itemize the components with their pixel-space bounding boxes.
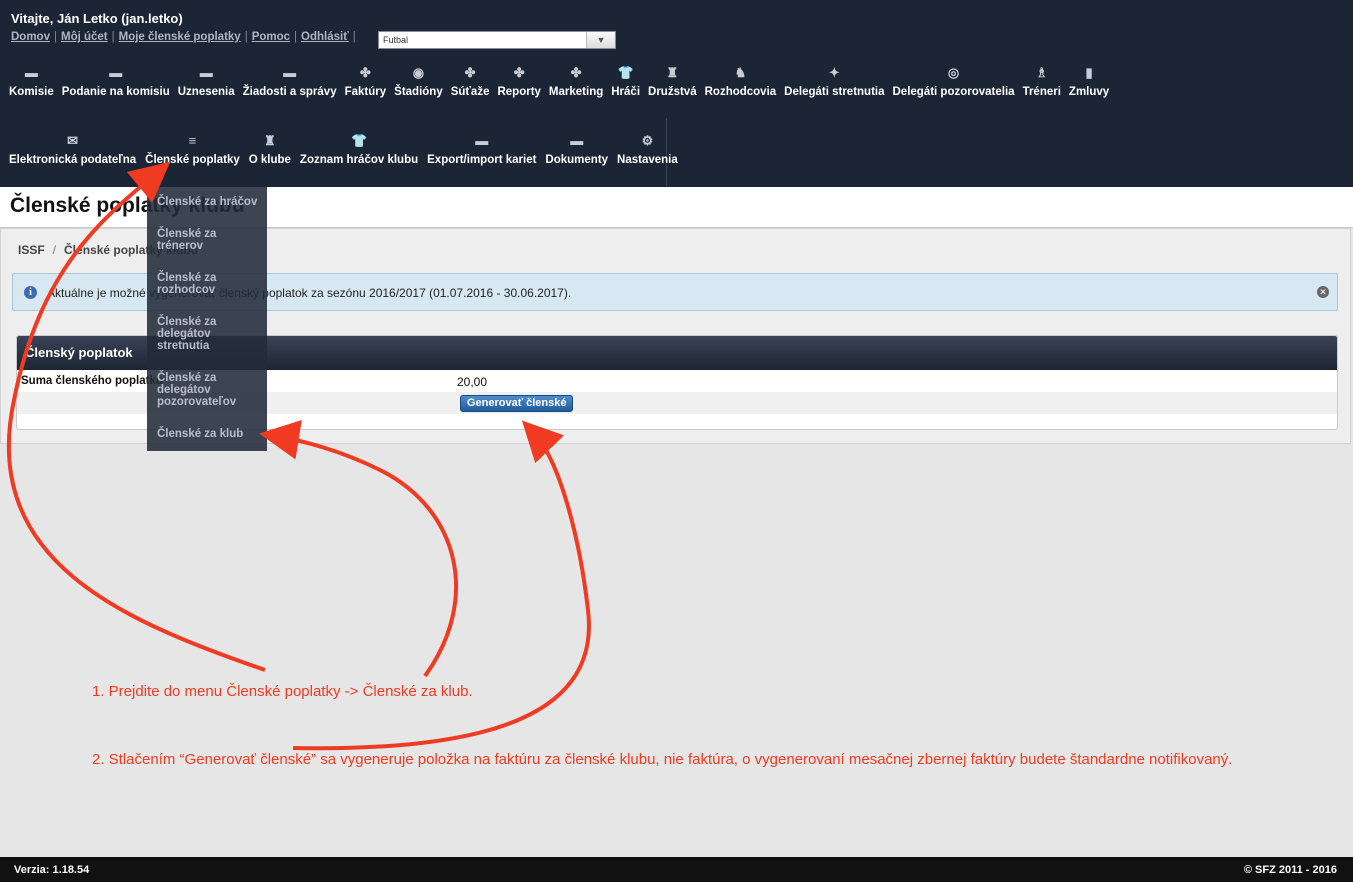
footer-copyright: © SFZ 2011 - 2016 — [1243, 864, 1337, 876]
arrow-to-club-fees — [259, 420, 458, 678]
arrow-to-fees-menu — [6, 161, 266, 672]
annotation-step-1: 1. Prejdite do menu Členské poplatky -> … — [92, 683, 473, 700]
arrow-to-generate-button — [292, 420, 591, 751]
footer-version: Verzia: 1.18.54 — [14, 864, 90, 876]
footer: Verzia: 1.18.54 © SFZ 2011 - 2016 — [0, 857, 1353, 882]
annotation-arrows — [6, 161, 591, 751]
annotation-step-2: 2. Stlačením “Generovať členské” sa vyge… — [92, 751, 1233, 768]
